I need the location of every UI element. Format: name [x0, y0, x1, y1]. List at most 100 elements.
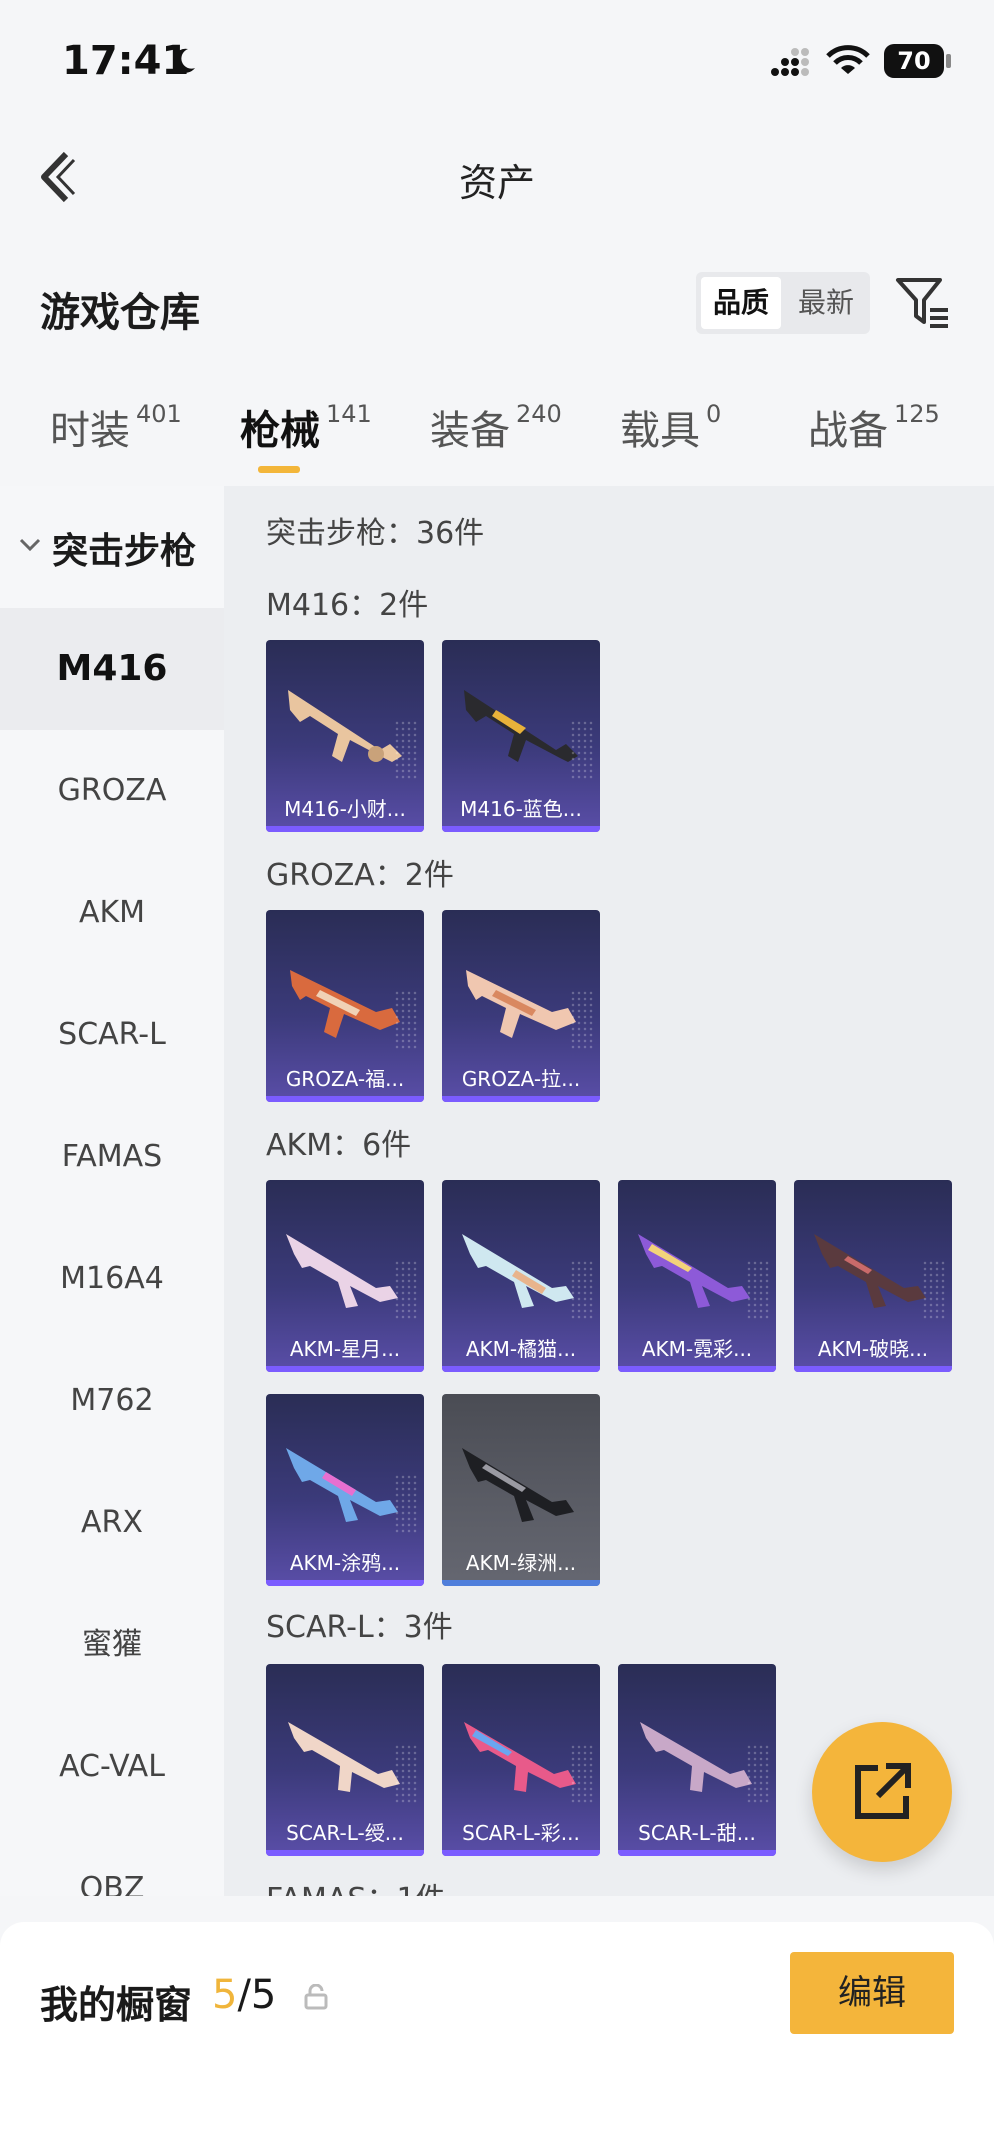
weapon-sidebar: 突击步枪 M416 GROZA AKM SCAR-L FAMAS M16A4 M…	[0, 486, 224, 1896]
sidebar-item-m762[interactable]: M762	[0, 1340, 224, 1462]
skin-card[interactable]: SCAR-L-甜...	[618, 1664, 776, 1856]
tab-supplies[interactable]: 战备 125	[808, 398, 940, 456]
group-title-m416: M416：2件	[266, 588, 429, 623]
skin-card[interactable]: AKM-破晓...	[794, 1180, 952, 1372]
card-pattern	[570, 720, 594, 780]
skin-card[interactable]: AKM-橘猫...	[442, 1180, 600, 1372]
rarity-bar	[442, 1366, 600, 1372]
skin-name: AKM-霓彩...	[641, 1337, 753, 1361]
tab-fashion[interactable]: 时装 401	[50, 398, 182, 456]
rifle-icon	[466, 970, 576, 1038]
share-button[interactable]	[812, 1722, 952, 1862]
moon-icon	[173, 48, 195, 73]
sidebar-category-label: 突击步枪	[52, 531, 197, 572]
skin-name: AKM-星月...	[289, 1337, 401, 1361]
rarity-bar	[442, 1850, 600, 1856]
sidebar-item-qbz[interactable]: QBZ	[0, 1828, 224, 1896]
rifle-icon	[464, 690, 578, 762]
skin-card[interactable]: AKM-霓彩...	[618, 1180, 776, 1372]
skin-name: SCAR-L-绶...	[286, 1821, 404, 1845]
skin-card[interactable]: GROZA-拉...	[442, 910, 600, 1102]
share-icon	[855, 1763, 911, 1819]
category-summary: 突击步枪：36件	[266, 516, 485, 551]
tab-label: 装备	[430, 408, 510, 454]
skin-name: AKM-涂鸦...	[289, 1551, 401, 1575]
showcase-bar: 我的橱窗 5/5 编辑	[0, 1922, 994, 2152]
card-pattern	[394, 1744, 418, 1804]
lock-icon	[304, 1984, 328, 2010]
active-tab-indicator	[258, 466, 300, 473]
section-title: 游戏仓库	[40, 290, 200, 336]
wifi-icon	[826, 45, 870, 74]
sidebar-item-famas[interactable]: FAMAS	[0, 1096, 224, 1218]
sidebar-category-header[interactable]: 突击步枪	[0, 486, 224, 608]
rifle-icon	[464, 1722, 576, 1792]
sidebar-item-m416[interactable]: M416	[0, 608, 224, 730]
skin-name: SCAR-L-彩...	[462, 1821, 580, 1845]
card-pattern	[394, 1474, 418, 1534]
tab-count: 141	[326, 400, 372, 428]
rifle-icon	[462, 1448, 574, 1522]
skin-name: GROZA-拉...	[461, 1067, 581, 1091]
rarity-bar	[618, 1850, 776, 1856]
rifle-icon	[640, 1722, 752, 1792]
rarity-bar	[442, 826, 600, 832]
card-pattern	[570, 1744, 594, 1804]
rarity-bar	[618, 1366, 776, 1372]
skin-name: M416-小财...	[284, 797, 406, 821]
chevron-down-icon	[19, 538, 41, 552]
rarity-bar	[266, 1096, 424, 1102]
sidebar-item-honey-badger[interactable]: 蜜獾	[0, 1584, 224, 1706]
card-pattern	[746, 1260, 770, 1320]
showcase-count: 5/5	[212, 1972, 276, 2018]
tab-vehicles[interactable]: 载具 0	[620, 398, 721, 456]
rifle-icon	[288, 1722, 400, 1792]
skin-card[interactable]: GROZA-福...	[266, 910, 424, 1102]
tab-count: 125	[894, 400, 940, 428]
skin-card[interactable]: AKM-星月...	[266, 1180, 424, 1372]
skin-card[interactable]: SCAR-L-绶...	[266, 1664, 424, 1856]
card-pattern	[394, 720, 418, 780]
tab-label: 载具	[620, 408, 700, 454]
skin-card[interactable]: AKM-涂鸦...	[266, 1394, 424, 1586]
sort-option-quality[interactable]: 品质	[701, 277, 781, 329]
rarity-bar	[266, 1850, 424, 1856]
signal-icon	[771, 48, 809, 76]
tab-count: 401	[136, 400, 182, 428]
skin-name: AKM-橘猫...	[465, 1337, 577, 1361]
skin-card[interactable]: M416-蓝色...	[442, 640, 600, 832]
battery-tip	[946, 54, 951, 68]
sidebar-item-akm[interactable]: AKM	[0, 852, 224, 974]
skin-card[interactable]: AKM-绿洲...	[442, 1394, 600, 1586]
skin-name: AKM-破晓...	[817, 1337, 929, 1361]
rifle-icon	[286, 1448, 398, 1522]
sidebar-item-groza[interactable]: GROZA	[0, 730, 224, 852]
rarity-bar	[442, 1096, 600, 1102]
tab-label: 战备	[808, 408, 888, 454]
edit-button[interactable]: 编辑	[790, 1952, 954, 2034]
battery-indicator: 70	[884, 44, 944, 78]
filter-icon[interactable]	[894, 274, 952, 332]
rarity-bar	[442, 1580, 600, 1586]
status-bar: 17:41 70	[0, 0, 994, 120]
sidebar-item-ac-val[interactable]: AC-VAL	[0, 1706, 224, 1828]
rifle-icon	[286, 1234, 398, 1308]
sidebar-item-scar-l[interactable]: SCAR-L	[0, 974, 224, 1096]
rifle-icon	[290, 970, 400, 1038]
sidebar-item-m16a4[interactable]: M16A4	[0, 1218, 224, 1340]
tab-equipment[interactable]: 装备 240	[430, 398, 562, 456]
card-pattern	[394, 1260, 418, 1320]
showcase-current: 5	[212, 1972, 238, 2018]
tab-guns[interactable]: 枪械 141	[240, 398, 372, 456]
skin-name: SCAR-L-甜...	[638, 1821, 756, 1845]
skin-card[interactable]: SCAR-L-彩...	[442, 1664, 600, 1856]
tab-label: 枪械	[240, 408, 320, 454]
sidebar-item-arx[interactable]: ARX	[0, 1462, 224, 1584]
rarity-bar	[266, 1580, 424, 1586]
weapon-grid: 突击步枪：36件 M416：2件 M416-小财... M416-蓝色... G…	[224, 486, 994, 1896]
skin-card[interactable]: M416-小财...	[266, 640, 424, 832]
rarity-bar	[794, 1366, 952, 1372]
sort-option-newest[interactable]: 最新	[786, 277, 866, 329]
tab-count: 0	[706, 400, 722, 428]
showcase-title: 我的橱窗	[40, 1983, 193, 2027]
